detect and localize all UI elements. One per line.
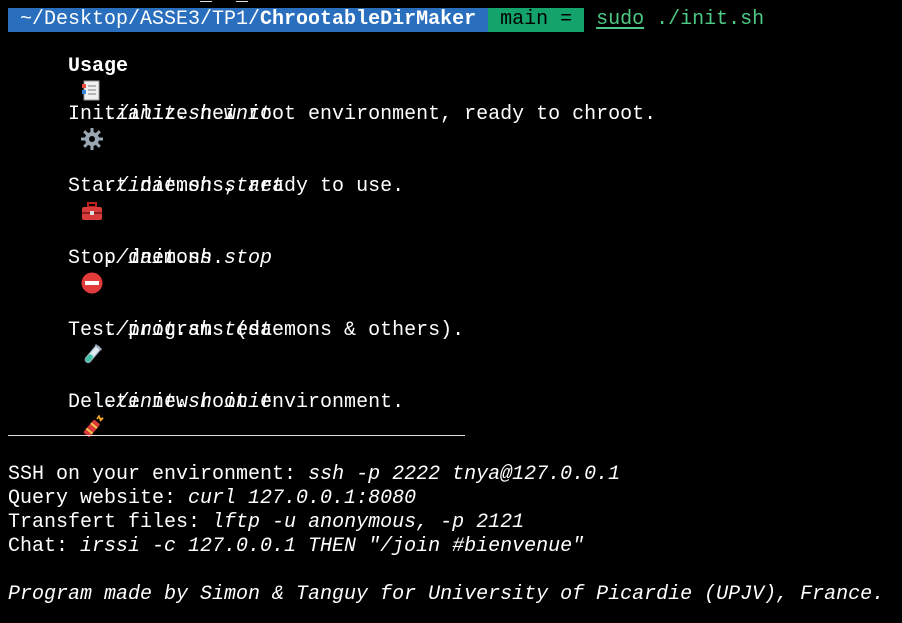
info-value: irssi -c 127.0.0.1 THEN "/join #bienvenu… xyxy=(80,535,585,558)
command-usage-init: ./init.sh init xyxy=(104,103,273,126)
info-label: Query website: xyxy=(8,487,189,510)
command-sudo: sudo xyxy=(596,8,645,31)
info-label: Transfert files: xyxy=(8,511,213,534)
usage-title: Usage xyxy=(68,55,129,78)
info-value: ssh -p 2222 tnya@127.0.0.1 xyxy=(308,463,621,486)
info-value: lftp -u anonymous, -p 2121 xyxy=(212,511,525,534)
command-args: ./init.sh xyxy=(644,8,765,31)
shell-prompt: ~/Desktop/ASSE3/TP1/ChrootableDirMaker ma… xyxy=(8,8,764,32)
separator-line xyxy=(8,435,465,436)
command-description-test: Test programs (daemons & others). xyxy=(8,295,464,364)
info-label: Chat: xyxy=(8,535,81,558)
info-value: curl 127.0.0.1:8080 xyxy=(188,487,417,510)
command-description-stop: Stop daemons. xyxy=(8,223,224,294)
info-chat: Chat: irssi -c 127.0.0.1 THEN "/join #bi… xyxy=(8,535,584,559)
partial-top-line: Please visit UJR_ro_infos? run from :lib… xyxy=(8,0,536,8)
command-usage-start: ./init.sh start xyxy=(104,175,285,198)
info-files: Transfert files: lftp -u anonymous, -p 2… xyxy=(8,511,524,535)
gear-icon xyxy=(32,103,104,150)
test-tube-icon xyxy=(32,319,103,364)
info-label: SSH on your environment: xyxy=(8,463,309,486)
prompt-path-current: ChrootableDirMaker xyxy=(260,8,477,31)
info-website: Query website: curl 127.0.0.1:8080 xyxy=(8,487,416,511)
info-ssh: SSH on your environment: ssh -p 2222 tny… xyxy=(8,463,620,487)
command-usage-stop: ./init.sh stop xyxy=(104,247,273,270)
footer-credits: Program made by Simon & Tanguy for Unive… xyxy=(8,583,885,606)
command-description-init: Initialize new root environment, ready t… xyxy=(8,79,656,150)
bookmark-tabs-icon xyxy=(32,55,100,101)
command-usage-test: ./init.sh test xyxy=(104,319,273,342)
prompt-path: ~/Desktop/ASSE3/TP1/ChrootableDirMaker xyxy=(8,8,489,32)
command-usage-delete: ./init.sh init xyxy=(104,391,273,414)
prompt-git-branch: main = xyxy=(488,8,585,32)
stop-icon xyxy=(32,247,103,294)
toolbox-icon xyxy=(32,175,103,220)
firecracker-icon xyxy=(32,391,104,437)
command-description-delete: Delete new root environment. xyxy=(8,367,404,437)
usage-heading: Usage xyxy=(8,31,128,101)
command-description-start: Start daemons, ready to use. xyxy=(8,151,404,220)
prompt-path-prefix: ~/Desktop/ASSE3/TP1/ xyxy=(20,8,261,31)
